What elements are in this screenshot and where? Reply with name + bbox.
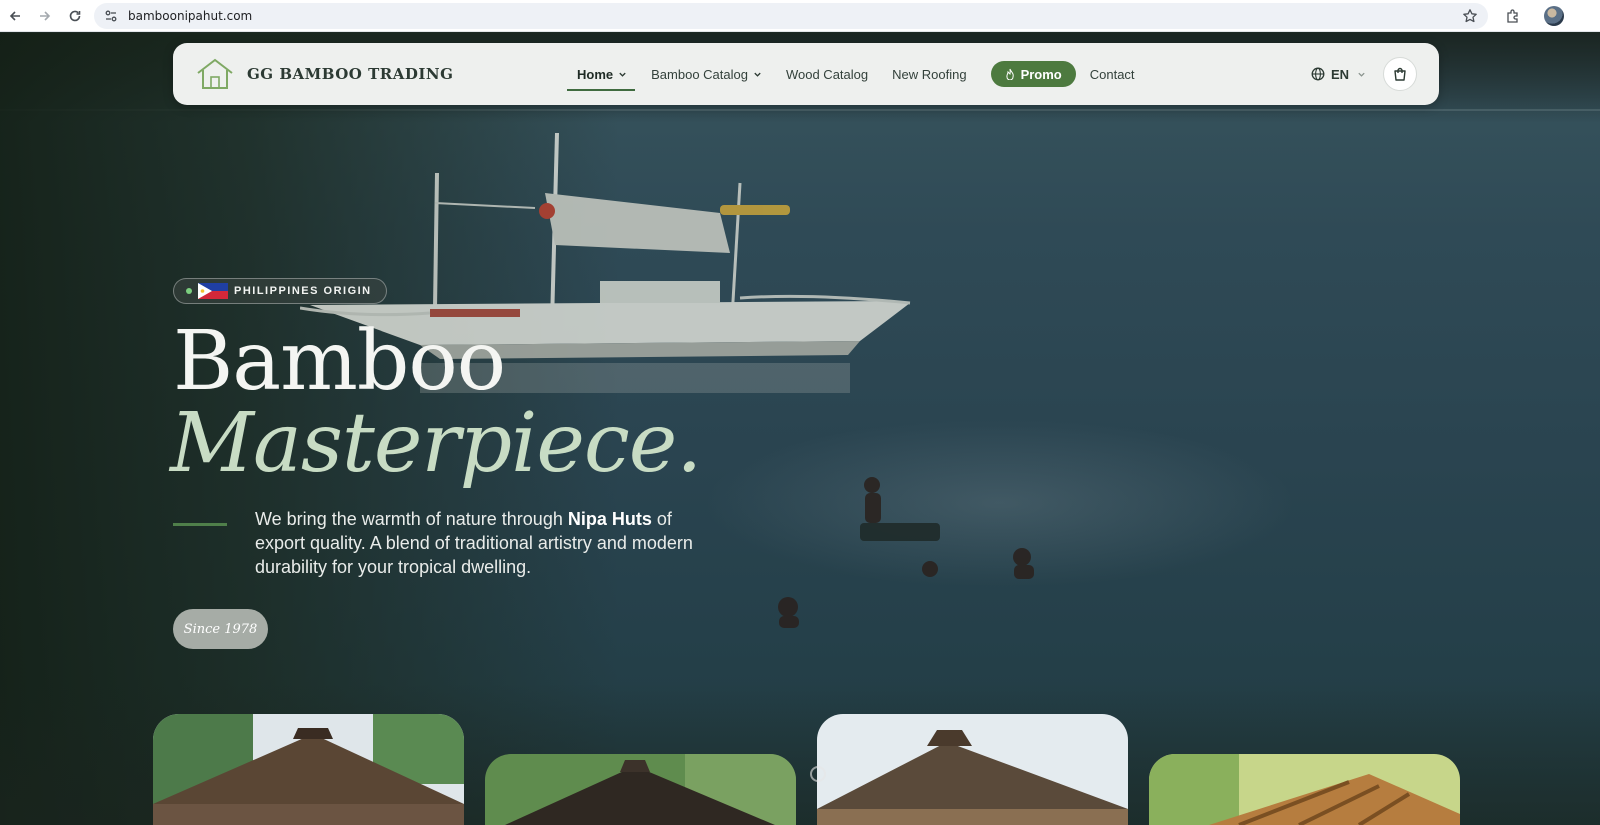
brand-name: GG BAMBOO TRADING [247, 65, 454, 83]
puzzle-icon [1507, 8, 1518, 23]
fire-icon [1005, 68, 1015, 80]
address-bar[interactable]: bamboonipahut.com [94, 2, 1488, 29]
nav-wood-catalog-label: Wood Catalog [785, 66, 869, 82]
hero-description: We bring the warmth of nature through Ni… [255, 507, 725, 579]
nav-home[interactable]: Home [566, 43, 636, 105]
philippines-flag-icon [198, 283, 228, 299]
browser-toolbar: bamboonipahut.com [0, 0, 1600, 32]
forward-button[interactable] [32, 3, 58, 29]
cart-button[interactable] [1383, 57, 1417, 91]
product-card[interactable] [1149, 754, 1460, 825]
bamboo-structure-image [1149, 754, 1460, 825]
nav-contact[interactable]: Contact [1090, 43, 1135, 105]
nipa-hut-image [153, 714, 464, 825]
site-settings-icon[interactable] [102, 7, 120, 25]
globe-icon [1311, 67, 1325, 81]
hero-title-line1: Bamboo [173, 314, 506, 409]
extensions-button[interactable] [1500, 3, 1526, 29]
bookmark-star-icon[interactable] [1462, 8, 1478, 24]
chevron-down-icon [1357, 70, 1366, 79]
carousel-indicator[interactable] [810, 766, 826, 782]
profile-avatar[interactable] [1544, 5, 1564, 26]
product-card[interactable] [485, 754, 796, 825]
origin-badge-label: PHILIPPINES ORIGIN [234, 285, 372, 297]
description-highlight: Nipa Huts [567, 509, 652, 529]
hero-title-line2: Masterpiece. [170, 396, 702, 491]
site-navbar: GG BAMBOO TRADING Home Bamboo Catalog Wo… [173, 43, 1439, 105]
swimmers-image [778, 477, 1034, 628]
chevron-down-icon [753, 70, 762, 79]
chevron-down-icon [618, 70, 627, 79]
product-card[interactable] [153, 714, 464, 825]
origin-badge: PHILIPPINES ORIGIN [173, 278, 387, 304]
product-card[interactable] [817, 714, 1128, 825]
nav-home-label: Home [577, 66, 614, 82]
status-dot [186, 288, 192, 294]
nipa-hut-image [817, 714, 1128, 825]
nav-new-roofing[interactable]: New Roofing [892, 43, 966, 105]
reload-icon [69, 10, 81, 21]
promo-label: Promo [1020, 66, 1062, 82]
back-button[interactable] [2, 3, 28, 29]
language-label: EN [1331, 66, 1350, 82]
nav-contact-label: Contact [1089, 66, 1135, 82]
arrow-right-icon [40, 10, 51, 21]
since-button[interactable]: Since 1978 [173, 609, 268, 649]
nav-bamboo-catalog[interactable]: Bamboo Catalog [651, 43, 762, 105]
reload-button[interactable] [62, 3, 88, 29]
nav-wood-catalog[interactable]: Wood Catalog [786, 43, 868, 105]
description-text: We bring the warmth of nature through [255, 509, 568, 529]
language-selector[interactable]: EN [1311, 43, 1366, 105]
hero-section: GG BAMBOO TRADING Home Bamboo Catalog Wo… [0, 33, 1600, 825]
house-logo-icon [197, 58, 233, 89]
url-text: bamboonipahut.com [128, 8, 253, 23]
main-menu: Home Bamboo Catalog Wood Catalog New Roo… [566, 43, 1159, 105]
accent-divider [173, 523, 227, 526]
promo-button[interactable]: Promo [990, 61, 1076, 87]
arrow-left-icon [9, 10, 20, 21]
nav-new-roofing-label: New Roofing [892, 66, 967, 82]
shopping-bag-icon [1394, 67, 1406, 81]
nipa-hut-image [485, 754, 796, 825]
nav-bamboo-catalog-label: Bamboo Catalog [651, 66, 748, 82]
brand-logo[interactable]: GG BAMBOO TRADING [195, 57, 453, 91]
